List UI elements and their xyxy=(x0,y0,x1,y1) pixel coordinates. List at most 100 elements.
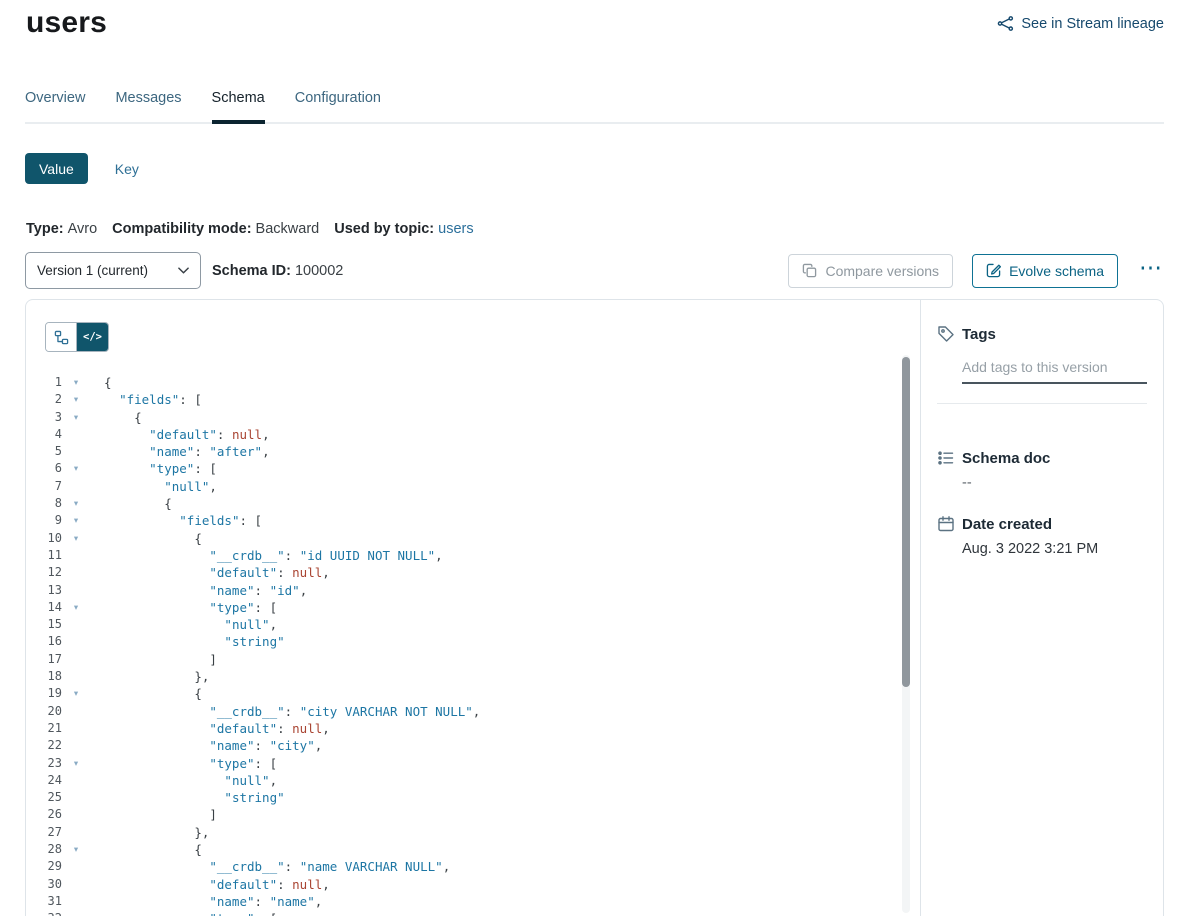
tab-bar: Overview Messages Schema Configuration xyxy=(25,90,1164,124)
collapse-arrow-icon[interactable]: ▾ xyxy=(68,599,84,616)
collapse-arrow-placeholder xyxy=(68,564,84,581)
code-text: "type": [ xyxy=(104,755,277,772)
code-text: "default": null, xyxy=(104,564,330,581)
code-text: "__crdb__": "city VARCHAR NOT NULL", xyxy=(104,703,480,720)
line-number: 30 xyxy=(26,876,62,893)
code-text: "__crdb__": "name VARCHAR NULL", xyxy=(104,858,450,875)
collapse-arrow-placeholder xyxy=(68,720,84,737)
line-number: 1 xyxy=(26,374,62,391)
code-line: 9▾ "fields": [ xyxy=(26,512,920,529)
line-number: 15 xyxy=(26,616,62,633)
collapse-arrow-placeholder xyxy=(68,633,84,650)
code-text: "fields": [ xyxy=(104,391,202,408)
schema-doc-title: Schema doc xyxy=(962,450,1050,467)
collapse-arrow-icon[interactable]: ▾ xyxy=(68,460,84,477)
compare-versions-button[interactable]: Compare versions xyxy=(788,254,953,288)
line-number: 6 xyxy=(26,460,62,477)
code-line: 18 }, xyxy=(26,668,920,685)
schema-editor: </> 1 ▾ {2▾ "fields": [3▾ {4 "default": nu… xyxy=(26,300,921,916)
tags-section-header: Tags xyxy=(937,325,1147,343)
code-line: 21 "default": null, xyxy=(26,720,920,737)
tree-view-icon xyxy=(54,330,69,345)
collapse-arrow-placeholder xyxy=(68,426,84,443)
code-text: "name": "name", xyxy=(104,893,322,910)
collapse-arrow-icon[interactable]: ▾ xyxy=(68,755,84,772)
tab-schema[interactable]: Schema xyxy=(212,90,265,124)
code-line: 8▾ { xyxy=(26,495,920,512)
tags-title: Tags xyxy=(962,326,996,343)
schema-doc-section-header: Schema doc xyxy=(937,449,1147,467)
code-text: "type": [ xyxy=(104,910,277,916)
code-line: 23 ▾ "type": [ xyxy=(26,755,920,772)
collapse-arrow-placeholder xyxy=(68,893,84,910)
line-number: 26 xyxy=(26,806,62,823)
collapse-arrow-placeholder xyxy=(68,443,84,460)
code-text: "fields": [ xyxy=(104,512,262,529)
used-by-topic: Used by topic:users xyxy=(334,221,473,237)
collapse-arrow-icon[interactable]: ▾ xyxy=(68,374,84,391)
version-select[interactable]: Version 1 (current) xyxy=(25,252,201,289)
code-line: 31 "name": "name", xyxy=(26,893,920,910)
schema-sidebar: Tags Schema doc -- Date created xyxy=(921,300,1163,916)
tab-configuration[interactable]: Configuration xyxy=(295,90,381,122)
collapse-arrow-icon[interactable]: ▾ xyxy=(68,409,84,426)
evolve-schema-button[interactable]: Evolve schema xyxy=(972,254,1118,288)
tree-view-button[interactable] xyxy=(46,323,77,351)
key-toggle-link[interactable]: Key xyxy=(115,161,139,177)
line-number: 4 xyxy=(26,426,62,443)
code-line: 3▾ { xyxy=(26,409,920,426)
add-tags-input[interactable] xyxy=(962,356,1147,384)
date-created-value: Aug. 3 2022 3:21 PM xyxy=(962,541,1147,557)
line-number: 28 xyxy=(26,841,62,858)
collapse-arrow-placeholder xyxy=(68,703,84,720)
code-text: { xyxy=(104,841,202,858)
line-number: 23 xyxy=(26,755,62,772)
collapse-arrow-icon[interactable]: ▾ xyxy=(68,495,84,512)
code-text: { xyxy=(104,685,202,702)
collapse-arrow-icon[interactable]: ▾ xyxy=(68,910,84,916)
code-line: 14▾ "type": [ xyxy=(26,599,920,616)
page-title: users xyxy=(26,6,107,40)
code-line: 13 "name": "id", xyxy=(26,582,920,599)
line-number: 22 xyxy=(26,737,62,754)
tab-messages[interactable]: Messages xyxy=(115,90,181,122)
code-line: 25 "string" xyxy=(26,789,920,806)
line-number: 18 xyxy=(26,668,62,685)
line-number: 12 xyxy=(26,564,62,581)
code-text: "default": null, xyxy=(104,876,330,893)
line-number: 19 xyxy=(26,685,62,702)
schema-doc-value: -- xyxy=(962,475,1147,491)
code-text: "null", xyxy=(104,772,277,789)
collapse-arrow-icon[interactable]: ▾ xyxy=(68,530,84,547)
topic-link[interactable]: users xyxy=(438,221,473,237)
code-line: 1▾{ xyxy=(26,374,920,391)
collapse-arrow-placeholder xyxy=(68,876,84,893)
line-number: 24 xyxy=(26,772,62,789)
line-number: 16 xyxy=(26,633,62,650)
code-line: 5 "name": "after", xyxy=(26,443,920,460)
line-number: 11 xyxy=(26,547,62,564)
collapse-arrow-icon[interactable]: ▾ xyxy=(68,391,84,408)
editor-scrollbar[interactable] xyxy=(902,355,910,913)
code-text: "default": null, xyxy=(104,720,330,737)
schema-actions: Compare versions Evolve schema ⋯ xyxy=(788,254,1164,288)
scrollbar-thumb[interactable] xyxy=(902,357,910,687)
tab-overview[interactable]: Overview xyxy=(25,90,85,122)
value-toggle-button[interactable]: Value xyxy=(25,153,88,184)
schema-doc-icon xyxy=(937,449,955,467)
collapse-arrow-placeholder xyxy=(68,737,84,754)
code-text: "null", xyxy=(104,478,217,495)
collapse-arrow-icon[interactable]: ▾ xyxy=(68,685,84,702)
collapse-arrow-icon[interactable]: ▾ xyxy=(68,512,84,529)
collapse-arrow-icon[interactable]: ▾ xyxy=(68,841,84,858)
more-options-button[interactable]: ⋯ xyxy=(1137,257,1164,285)
code-view-button[interactable]: </> xyxy=(77,323,108,351)
compare-versions-icon xyxy=(802,263,817,278)
code-line: 20 "__crdb__": "city VARCHAR NOT NULL", xyxy=(26,703,920,720)
code-line: 2▾ "fields": [ xyxy=(26,391,920,408)
code-text: "name": "id", xyxy=(104,582,307,599)
collapse-arrow-placeholder xyxy=(68,789,84,806)
code-line: 27 }, xyxy=(26,824,920,841)
stream-lineage-link[interactable]: See in Stream lineage xyxy=(997,15,1164,32)
code-lines: 1 ▾ {2▾ "fields": [3▾ {4 "default": null, 5… xyxy=(26,374,920,916)
